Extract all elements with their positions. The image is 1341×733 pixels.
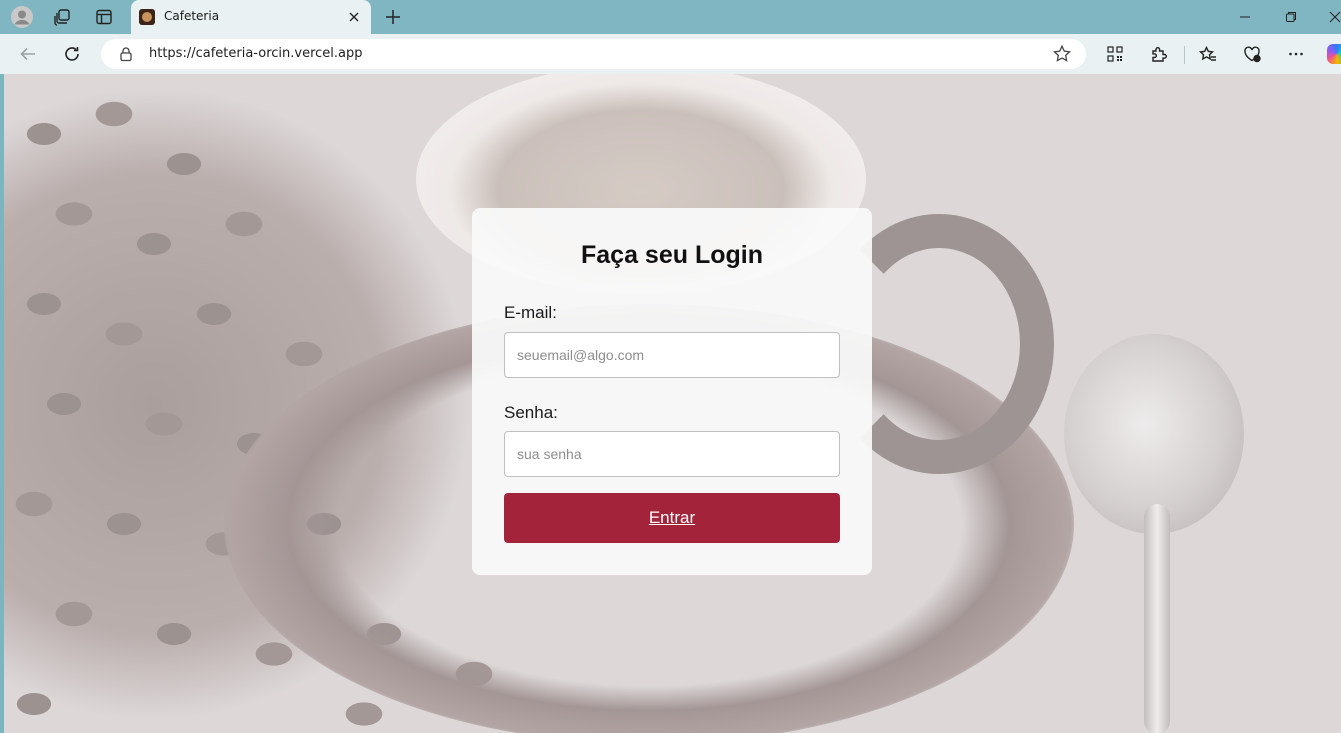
- new-tab-icon[interactable]: [381, 5, 405, 29]
- browser-essentials-icon[interactable]: [1240, 42, 1264, 66]
- back-arrow-icon[interactable]: [16, 42, 40, 66]
- workspaces-icon[interactable]: [50, 5, 74, 29]
- qr-code-icon[interactable]: [1103, 42, 1127, 66]
- active-tab[interactable]: Cafeteria: [131, 0, 371, 34]
- toolbar-divider: [1184, 46, 1185, 64]
- email-label: E-mail:: [504, 303, 557, 322]
- address-bar[interactable]: https://cafeteria-orcin.vercel.app: [101, 39, 1086, 69]
- email-input[interactable]: [504, 332, 840, 378]
- lock-icon[interactable]: [118, 46, 134, 62]
- refresh-icon[interactable]: [60, 42, 84, 66]
- copilot-icon[interactable]: [1327, 44, 1341, 64]
- more-options-icon[interactable]: [1284, 42, 1308, 66]
- password-input[interactable]: [504, 431, 840, 477]
- favorites-icon[interactable]: [1196, 42, 1220, 66]
- extensions-puzzle-icon[interactable]: [1147, 42, 1171, 66]
- favorite-star-icon[interactable]: [1052, 44, 1072, 64]
- minimize-icon[interactable]: [1232, 5, 1258, 29]
- restore-icon[interactable]: [1278, 5, 1304, 29]
- cafeteria-favicon-icon: [139, 9, 155, 25]
- tab-title: Cafeteria: [164, 9, 220, 23]
- browser-titlebar: Cafeteria: [0, 0, 1341, 34]
- page-viewport: Faça seu Login E-mail: Senha: Entrar: [4, 74, 1341, 733]
- submit-button[interactable]: Entrar: [504, 493, 840, 543]
- vertical-tabs-icon[interactable]: [92, 5, 116, 29]
- password-label: Senha:: [504, 403, 558, 422]
- login-title: Faça seu Login: [581, 241, 763, 269]
- close-window-icon[interactable]: [1322, 5, 1341, 29]
- browser-toolbar: https://cafeteria-orcin.vercel.app: [0, 34, 1341, 74]
- profile-avatar-icon[interactable]: [10, 5, 34, 29]
- close-tab-icon[interactable]: [345, 8, 363, 26]
- login-card: Faça seu Login E-mail: Senha: Entrar: [472, 208, 872, 575]
- url-text[interactable]: https://cafeteria-orcin.vercel.app: [149, 46, 363, 61]
